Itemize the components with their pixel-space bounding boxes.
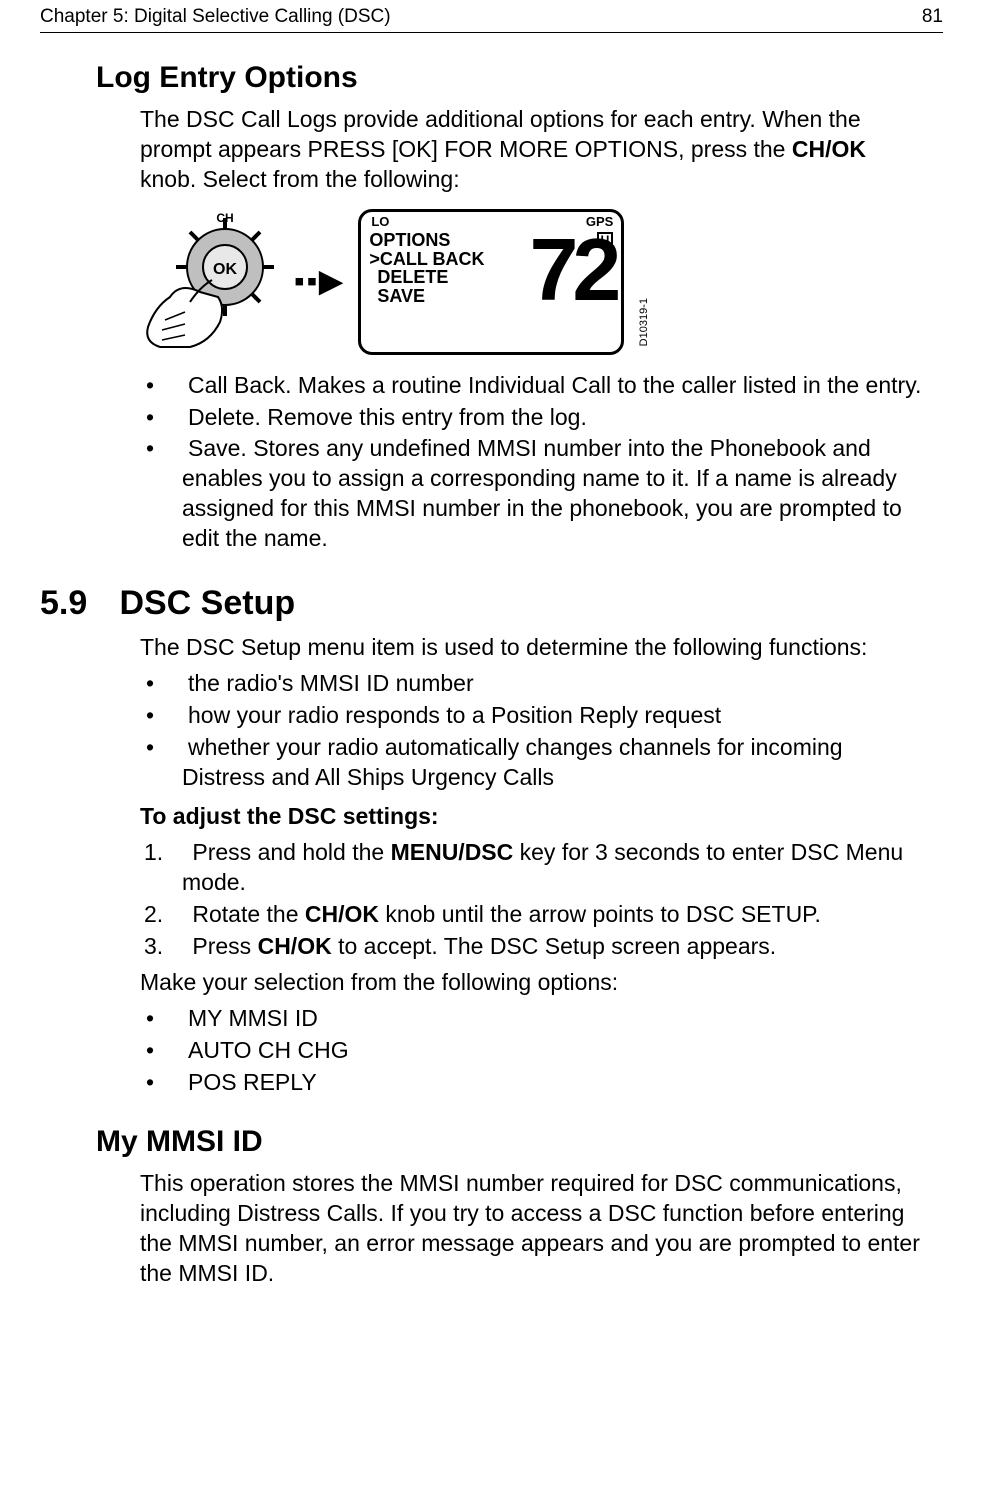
- lcd-menu-item: OPTIONS: [369, 231, 484, 250]
- list-item: how your radio responds to a Position Re…: [140, 701, 923, 731]
- list-item: Press and hold the MENU/DSC key for 3 se…: [140, 838, 923, 898]
- page-header: Chapter 5: Digital Selective Calling (DS…: [40, 0, 943, 33]
- knob-ch-label: CH: [216, 212, 233, 225]
- lcd-lo-label: LO: [371, 214, 389, 229]
- figure-id: D10319-1: [638, 298, 650, 346]
- heading-log-entry-options: Log Entry Options: [96, 61, 943, 95]
- list-item: Delete. Remove this entry from the log.: [140, 403, 923, 433]
- ch-ok-label: CH/OK: [792, 136, 866, 162]
- lcd-menu-item: DELETE: [369, 268, 484, 287]
- arrow-icon: ▪▪▶: [294, 264, 344, 299]
- hand-pressing-knob-icon: OK CH: [130, 212, 280, 352]
- text: knob. Select from the following:: [140, 166, 460, 192]
- list-item: Save. Stores any undefined MMSI number i…: [140, 434, 923, 554]
- post-steps-text: Make your selection from the following o…: [140, 968, 923, 998]
- chapter-label: Chapter 5: Digital Selective Calling (DS…: [40, 6, 391, 28]
- instruct-heading: To adjust the DSC settings:: [140, 802, 923, 832]
- knob-ok-label: OK: [213, 261, 237, 278]
- menu-dsc-label: MENU/DSC: [391, 839, 514, 865]
- lcd-menu: OPTIONS >CALL BACK DELETE SAVE: [369, 229, 484, 339]
- list-item: Press CH/OK to accept. The DSC Setup scr…: [140, 932, 923, 962]
- text: The DSC Call Logs provide additional opt…: [140, 106, 861, 162]
- text: Press and hold the: [192, 839, 390, 865]
- text: Rotate the: [192, 901, 305, 927]
- ch-ok-label: CH/OK: [305, 901, 379, 927]
- heading-my-mmsi-id: My MMSI ID: [96, 1125, 943, 1159]
- figure-knob-lcd: OK CH ▪▪▶ U LO GPS OPTIONS >CALL BACK DE…: [130, 209, 943, 355]
- lcd-channel-number: 72: [529, 233, 615, 339]
- ch-ok-label: CH/OK: [258, 933, 332, 959]
- lcd-menu-item: >CALL BACK: [369, 250, 484, 269]
- text: knob until the arrow points to DSC SETUP…: [379, 901, 821, 927]
- list-item: Call Back. Makes a routine Individual Ca…: [140, 371, 923, 401]
- page-number: 81: [922, 6, 943, 28]
- list-item: Rotate the CH/OK knob until the arrow po…: [140, 900, 923, 930]
- lcd-screen: U LO GPS OPTIONS >CALL BACK DELETE SAVE …: [358, 209, 624, 355]
- text: to accept. The DSC Setup screen appears.: [332, 933, 777, 959]
- my-mmsi-body: This operation stores the MMSI number re…: [140, 1169, 923, 1289]
- dsc-setup-bullets: the radio's MMSI ID number how your radi…: [140, 669, 923, 793]
- list-item: AUTO CH CHG: [140, 1036, 923, 1066]
- list-item: the radio's MMSI ID number: [140, 669, 923, 699]
- dsc-setup-intro: The DSC Setup menu item is used to deter…: [140, 633, 923, 663]
- section-number: 5.9: [40, 584, 110, 623]
- dsc-setup-options: MY MMSI ID AUTO CH CHG POS REPLY: [140, 1004, 923, 1098]
- lcd-menu-item: SAVE: [369, 287, 484, 306]
- log-entry-intro: The DSC Call Logs provide additional opt…: [140, 105, 923, 195]
- heading-dsc-setup: 5.9 DSC Setup: [40, 584, 943, 623]
- list-item: POS REPLY: [140, 1068, 923, 1098]
- section-title: DSC Setup: [119, 584, 295, 622]
- list-item: whether your radio automatically changes…: [140, 733, 923, 793]
- log-entry-bullets: Call Back. Makes a routine Individual Ca…: [140, 371, 923, 554]
- text: Press: [192, 933, 257, 959]
- dsc-setup-steps: Press and hold the MENU/DSC key for 3 se…: [140, 838, 923, 962]
- list-item: MY MMSI ID: [140, 1004, 923, 1034]
